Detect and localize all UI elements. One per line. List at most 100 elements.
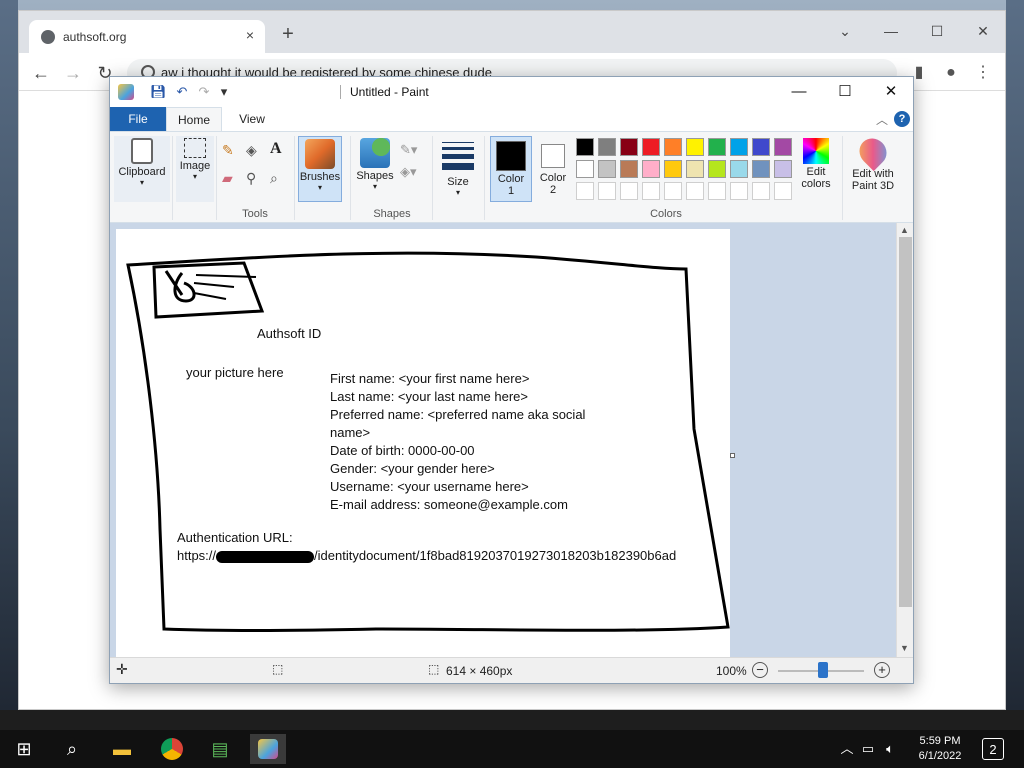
help-icon[interactable]: ?: [894, 111, 910, 127]
color-swatch[interactable]: [620, 160, 638, 178]
color-swatch[interactable]: [598, 160, 616, 178]
custom-color-slot[interactable]: [620, 182, 638, 200]
color-swatch[interactable]: [708, 160, 726, 178]
new-tab-button[interactable]: +: [277, 23, 299, 45]
color-swatch[interactable]: [642, 160, 660, 178]
size-button[interactable]: Size ▾: [438, 136, 478, 202]
color-swatch[interactable]: [686, 160, 704, 178]
field-first-name: First name: <your first name here>: [330, 371, 530, 386]
brushes-button[interactable]: Brushes ▾: [298, 136, 342, 202]
scrollbar-thumb[interactable]: [899, 237, 912, 607]
profile-icon[interactable]: ●: [939, 61, 963, 85]
tab-close-icon[interactable]: ×: [241, 26, 259, 44]
color-swatch[interactable]: [774, 160, 792, 178]
color-swatch[interactable]: [774, 138, 792, 156]
color1-swatch: [496, 141, 526, 171]
zoom-out-button[interactable]: −: [752, 662, 768, 678]
title-separator: [340, 85, 341, 99]
clipboard-button[interactable]: Clipboard ▾: [114, 136, 170, 202]
outline-icon[interactable]: ✎▾: [400, 142, 417, 158]
color-swatch[interactable]: [708, 138, 726, 156]
custom-color-slot[interactable]: [576, 182, 594, 200]
chrome-icon[interactable]: [154, 734, 190, 764]
windows-start-icon[interactable]: ⊞: [6, 734, 42, 764]
scroll-up-icon[interactable]: ▲: [900, 225, 909, 235]
paint-minimize-button[interactable]: —: [776, 77, 822, 107]
show-hidden-icons-icon[interactable]: ︿: [838, 734, 856, 764]
fill-shape-icon[interactable]: ◈▾: [400, 164, 417, 180]
color2-button[interactable]: Color 2: [534, 136, 572, 202]
paint-taskbar-icon[interactable]: [250, 734, 286, 764]
custom-color-slot[interactable]: [686, 182, 704, 200]
volume-icon[interactable]: 🔈︎: [880, 734, 900, 764]
notification-center-icon[interactable]: 2: [982, 738, 1004, 760]
forward-button[interactable]: →: [61, 61, 85, 85]
color-swatch[interactable]: [664, 138, 682, 156]
color1-button[interactable]: Color 1: [490, 136, 532, 202]
custom-color-slot[interactable]: [708, 182, 726, 200]
color-swatch[interactable]: [752, 138, 770, 156]
color-swatch[interactable]: [598, 138, 616, 156]
color-swatch[interactable]: [642, 138, 660, 156]
zoom-in-button[interactable]: +: [874, 662, 890, 678]
paint-close-button[interactable]: ✕: [868, 77, 914, 107]
save-icon[interactable]: 💾︎: [150, 84, 167, 100]
color-swatch[interactable]: [576, 138, 594, 156]
auth-url-suffix: /identitydocument/1f8bad8192037019273018…: [314, 548, 677, 563]
custom-color-slot[interactable]: [598, 182, 616, 200]
redo-icon[interactable]: ↷: [196, 84, 212, 100]
collapse-ribbon-icon[interactable]: ︿: [876, 111, 888, 128]
menu-icon[interactable]: ⋮: [971, 61, 995, 85]
browser-tab[interactable]: authsoft.org ×: [29, 20, 265, 53]
color-palette: [576, 138, 796, 204]
paint-maximize-button[interactable]: ☐: [822, 77, 868, 107]
edit-with-paint3d-button[interactable]: Edit with Paint 3D: [846, 132, 900, 202]
custom-color-slot[interactable]: [642, 182, 660, 200]
paint-canvas[interactable]: Authsoft ID your picture here First name…: [116, 229, 730, 657]
desktop-background-bottom: [0, 710, 1024, 730]
pencil-icon[interactable]: ✎: [222, 142, 238, 158]
maximize-button[interactable]: ☐: [914, 17, 960, 45]
picture-placeholder: your picture here: [186, 365, 284, 380]
color-swatch[interactable]: [664, 160, 682, 178]
fill-icon[interactable]: ◈: [246, 142, 262, 158]
edit-colors-button[interactable]: Edit colors: [796, 136, 836, 202]
tools-group-label: Tools: [242, 208, 268, 220]
close-button[interactable]: ✕: [960, 17, 1006, 45]
search-icon[interactable]: ⌕: [54, 734, 90, 764]
file-explorer-icon[interactable]: ▬: [104, 734, 140, 764]
tab-home[interactable]: Home: [166, 107, 222, 131]
text-icon[interactable]: A: [270, 140, 286, 157]
scroll-down-icon[interactable]: ▼: [900, 643, 909, 653]
custom-color-slot[interactable]: [774, 182, 792, 200]
back-button[interactable]: ←: [29, 61, 53, 85]
color-swatch[interactable]: [730, 160, 748, 178]
notepad-plus-icon[interactable]: ▤: [202, 734, 238, 764]
shapes-button[interactable]: Shapes ▾: [354, 136, 396, 202]
tab-view[interactable]: View: [228, 107, 276, 131]
color-swatch[interactable]: [686, 138, 704, 156]
color-swatch[interactable]: [576, 160, 594, 178]
image-button[interactable]: Image ▾: [176, 136, 214, 202]
tab-search-chevron-icon[interactable]: ⌄: [822, 17, 868, 45]
vertical-scrollbar[interactable]: ▲ ▼: [896, 223, 913, 657]
network-icon[interactable]: ▭: [858, 734, 878, 764]
magnifier-icon[interactable]: ⌕: [270, 170, 286, 186]
rainbow-icon: [803, 138, 829, 164]
color-swatch[interactable]: [752, 160, 770, 178]
clock[interactable]: 5:59 PM 6/1/2022: [908, 734, 972, 764]
color-swatch[interactable]: [730, 138, 748, 156]
custom-color-slot[interactable]: [664, 182, 682, 200]
color-picker-icon[interactable]: ⚲: [246, 170, 262, 186]
undo-icon[interactable]: ↶: [174, 84, 190, 100]
minimize-button[interactable]: —: [868, 17, 914, 45]
group-separator: [172, 136, 173, 220]
custom-color-slot[interactable]: [730, 182, 748, 200]
customize-quick-access-icon[interactable]: ▾: [216, 84, 232, 100]
custom-color-slot[interactable]: [752, 182, 770, 200]
canvas-resize-handle[interactable]: [730, 453, 735, 458]
zoom-slider-thumb[interactable]: [818, 662, 828, 678]
tab-file[interactable]: File: [110, 107, 166, 131]
eraser-icon[interactable]: ▰: [222, 170, 238, 186]
color-swatch[interactable]: [620, 138, 638, 156]
